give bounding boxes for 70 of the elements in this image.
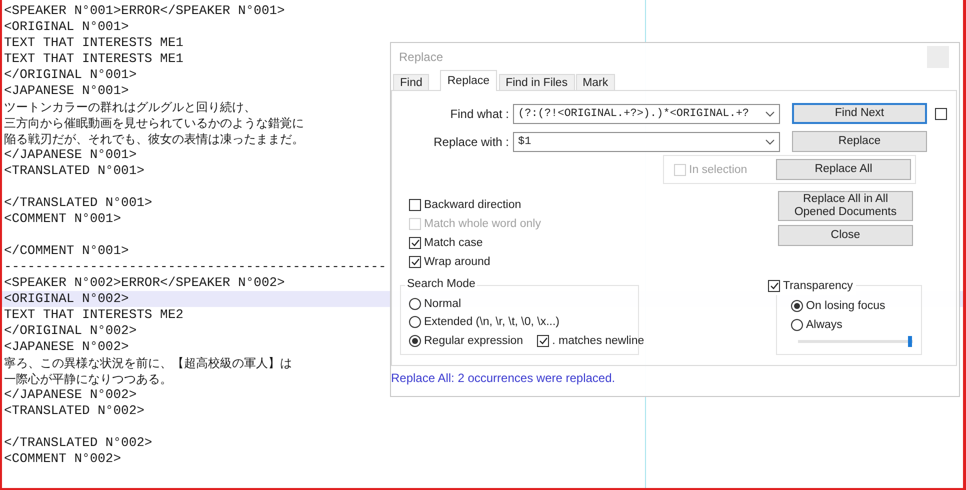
replace-all-documents-button[interactable]: Replace All in All Opened Documents xyxy=(778,191,913,221)
code-line: </JAPANESE N°001> xyxy=(4,147,137,163)
dialog-title: Replace xyxy=(399,50,444,64)
radio-button[interactable] xyxy=(409,334,421,346)
checkbox[interactable] xyxy=(935,108,947,120)
checkbox[interactable] xyxy=(768,280,780,292)
checkmark-icon xyxy=(410,238,420,246)
radio-label[interactable]: Always xyxy=(806,318,842,330)
code-line: ツートンカラーの群れはグルグルと回り続け、 xyxy=(4,99,256,115)
code-line: <ORIGINAL N°001> xyxy=(4,19,129,35)
checkbox-label[interactable]: Transparency xyxy=(783,280,853,292)
checkbox-label[interactable]: Backward direction xyxy=(424,198,522,210)
checkbox[interactable] xyxy=(409,256,421,268)
checkmark-icon xyxy=(770,282,778,290)
code-line: </COMMENT N°001> xyxy=(4,243,129,259)
code-line: </ORIGINAL N°002> xyxy=(4,323,137,339)
code-line: <JAPANESE N°001> xyxy=(4,83,129,99)
code-line: 一際心が平静になりつつある。 xyxy=(4,371,172,387)
checkbox[interactable] xyxy=(409,236,421,248)
slider-thumb[interactable] xyxy=(908,336,912,347)
group-title: Search Mode xyxy=(405,278,478,290)
radio-button[interactable] xyxy=(409,316,421,328)
radio-button[interactable] xyxy=(791,300,803,312)
code-line: TEXT THAT INTERESTS ME1 xyxy=(4,35,184,51)
code-line: <JAPANESE N°002> xyxy=(4,339,129,355)
checkbox-label[interactable]: Wrap around xyxy=(424,256,490,268)
code-line: <COMMENT N°001> xyxy=(4,211,122,227)
find-what-field[interactable]: (?:(?!<ORIGINAL.+?>).)*<ORIGINAL.+? xyxy=(513,104,780,124)
code-line: </TRANSLATED N°001> xyxy=(4,195,152,211)
code-line: TEXT THAT INTERESTS ME2 xyxy=(4,307,184,323)
caret-icon[interactable] xyxy=(765,138,775,144)
code-line: ------------------------------------------------- xyxy=(4,259,386,275)
radio-label[interactable]: On losing focus xyxy=(806,300,886,312)
tab[interactable]: Find xyxy=(393,74,430,91)
replace-button[interactable]: Replace xyxy=(792,131,927,152)
caret-icon[interactable] xyxy=(765,110,775,116)
replace-with-label: Replace with : xyxy=(432,134,510,148)
checkbox[interactable] xyxy=(409,198,421,210)
code-line: 陥る戦刃だが、それでも、彼女の表情は凍ったままだ。 xyxy=(4,131,304,147)
code-line: </TRANSLATED N°002> xyxy=(4,435,152,451)
replace-with-field[interactable]: $1 xyxy=(513,132,780,152)
tab[interactable]: Replace xyxy=(440,70,497,91)
code-line: <TRANSLATED N°001> xyxy=(4,163,144,179)
code-line: <COMMENT N°002> xyxy=(4,451,122,467)
replace-all-button[interactable]: Replace All xyxy=(776,159,911,180)
checkmark-icon xyxy=(538,336,548,344)
radio-button[interactable] xyxy=(409,298,421,310)
code-line: 寧ろ、この異様な状況を前に、【超高校級の軍人】は xyxy=(4,355,292,371)
code-line: <SPEAKER N°002>ERROR</SPEAKER N°002> xyxy=(4,275,285,291)
code-line: <TRANSLATED N°002> xyxy=(4,403,144,419)
checkmark-icon xyxy=(410,258,420,266)
radio-button[interactable] xyxy=(791,318,803,330)
radio-label[interactable]: Extended (\n, \r, \t, \0, \x...) xyxy=(424,316,560,328)
tab[interactable]: Find in Files xyxy=(498,74,575,91)
code-line: TEXT THAT INTERESTS ME1 xyxy=(4,51,184,67)
radio-label[interactable]: Regular expression xyxy=(424,334,524,346)
checkbox-label[interactable]: Match case xyxy=(424,236,483,248)
close-button[interactable]: Close xyxy=(778,225,913,246)
code-line: <SPEAKER N°001>ERROR</SPEAKER N°001> xyxy=(4,3,285,19)
find-what-label: Find what : xyxy=(449,106,510,120)
find-next-button[interactable]: Find Next xyxy=(792,103,927,124)
checkbox-label[interactable]: . matches newline xyxy=(552,334,644,346)
radio-label[interactable]: Normal xyxy=(424,298,462,310)
code-line: </JAPANESE N°002> xyxy=(4,387,137,403)
checkbox[interactable] xyxy=(537,334,550,346)
status-message: Replace All: 2 occurrences were replaced. xyxy=(391,370,616,385)
code-line: 三方向から催眠動画を見せられているかのような錯覚に xyxy=(4,115,304,131)
code-line: </ORIGINAL N°001> xyxy=(4,67,137,83)
code-line: <ORIGINAL N°002> xyxy=(4,291,129,307)
tab[interactable]: Mark xyxy=(576,74,616,91)
